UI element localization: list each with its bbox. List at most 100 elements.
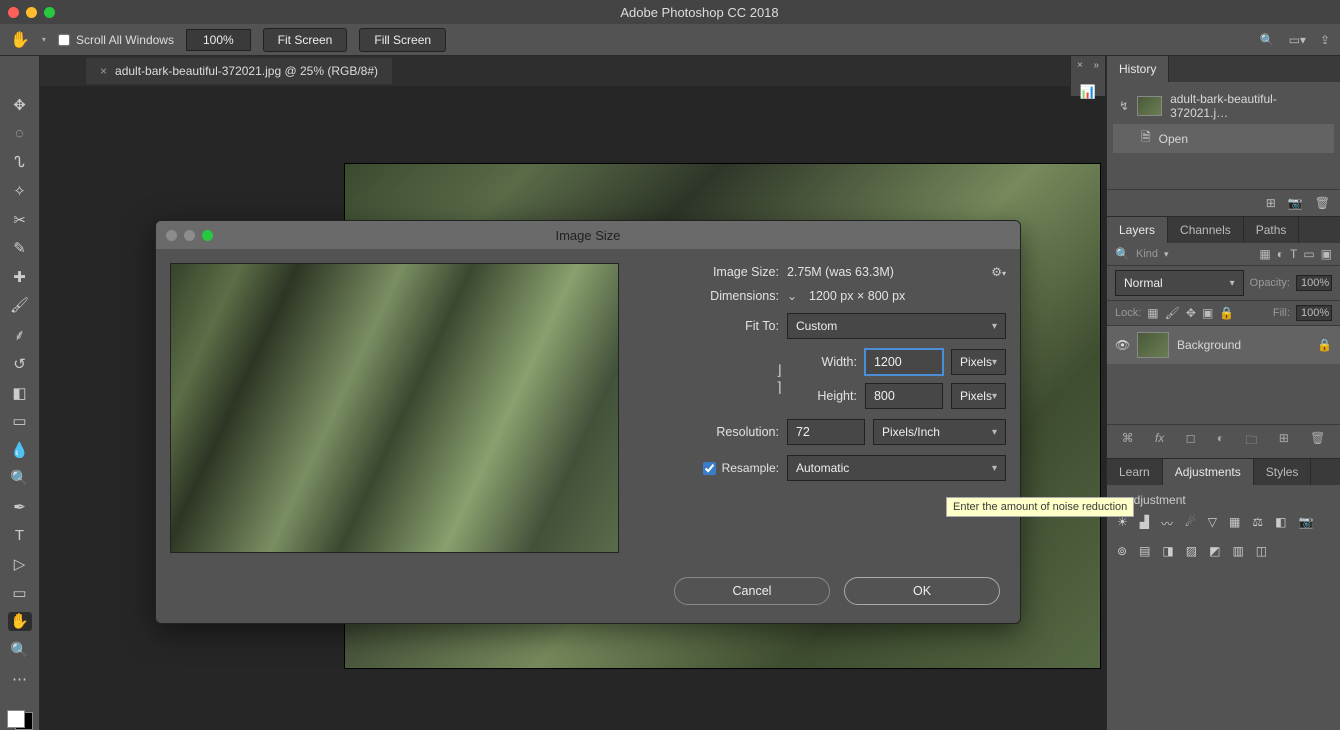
workspace-switcher-icon[interactable]: ▭▾ xyxy=(1289,33,1306,47)
zoom-tool[interactable]: 🔍 xyxy=(8,641,32,660)
resolution-input[interactable] xyxy=(787,419,865,445)
dialog-zoom-button[interactable] xyxy=(202,230,213,241)
scroll-all-windows-option[interactable]: Scroll All Windows xyxy=(58,33,174,47)
dodge-tool[interactable]: 🔍 xyxy=(8,469,32,488)
fit-to-select[interactable]: Custom ▾ xyxy=(787,313,1006,339)
pen-tool[interactable]: ✒ xyxy=(8,498,32,517)
gradient-map-icon[interactable]: ▥ xyxy=(1232,544,1243,558)
edit-toolbar[interactable]: ⋯ xyxy=(8,669,32,688)
cancel-button[interactable]: Cancel xyxy=(674,577,830,605)
lock-all-icon[interactable]: 🔒 xyxy=(1219,306,1234,320)
rectangle-tool[interactable]: ▭ xyxy=(8,584,32,603)
dimensions-disclose-icon[interactable]: ⌄ xyxy=(787,289,797,303)
dialog-close-button[interactable] xyxy=(166,230,177,241)
hue-saturation-icon[interactable]: ▦ xyxy=(1229,515,1240,532)
eraser-tool[interactable]: ◧ xyxy=(8,383,32,402)
fill-screen-button[interactable]: Fill Screen xyxy=(359,28,446,52)
link-layers-icon[interactable]: ⌘ xyxy=(1122,431,1134,452)
delete-state-icon[interactable]: 🗑 xyxy=(1315,196,1330,210)
filter-adjustment-icon[interactable]: ◐ xyxy=(1277,247,1284,261)
width-unit-select[interactable]: Pixels ▾ xyxy=(951,349,1006,375)
resample-method-select[interactable]: Automatic ▾ xyxy=(787,455,1006,481)
new-group-icon[interactable]: 🗀 xyxy=(1245,431,1257,452)
lasso-tool[interactable]: ᔐ xyxy=(8,153,32,172)
path-selection-tool[interactable]: ▷ xyxy=(8,555,32,574)
layer-visibility-icon[interactable]: 👁 xyxy=(1115,338,1129,352)
zoom-level-field[interactable]: 100% xyxy=(186,29,251,51)
dialog-titlebar[interactable]: Image Size xyxy=(156,221,1020,249)
filter-type-icon[interactable]: T xyxy=(1290,247,1297,261)
gradient-tool[interactable]: ▭ xyxy=(8,412,32,431)
gear-icon[interactable]: ⚙︎▾ xyxy=(991,265,1006,279)
black-white-icon[interactable]: ◧ xyxy=(1275,515,1286,532)
lock-position-icon[interactable]: ✥ xyxy=(1186,306,1196,320)
crop-tool[interactable]: ✂ xyxy=(8,210,32,229)
layer-thumbnail[interactable] xyxy=(1137,332,1169,358)
width-input[interactable] xyxy=(865,349,943,375)
panel-expand-icon[interactable]: » xyxy=(1093,60,1099,71)
tab-layers[interactable]: Layers xyxy=(1107,217,1168,243)
tab-adjustments[interactable]: Adjustments xyxy=(1163,459,1254,485)
search-icon[interactable]: 🔍 xyxy=(1260,33,1275,47)
close-tab-icon[interactable]: × xyxy=(100,64,107,78)
layer-lock-icon[interactable]: 🔒 xyxy=(1317,338,1332,352)
levels-icon[interactable]: ▟ xyxy=(1140,515,1149,532)
vibrance-icon[interactable]: ▽ xyxy=(1208,515,1217,532)
marquee-tool[interactable]: ◌ xyxy=(8,125,32,144)
healing-brush-tool[interactable]: ✚ xyxy=(8,268,32,287)
filter-shape-icon[interactable]: ▭ xyxy=(1303,247,1314,261)
tab-learn[interactable]: Learn xyxy=(1107,459,1163,485)
exposure-icon[interactable]: ☄ xyxy=(1185,515,1196,532)
threshold-icon[interactable]: ◩ xyxy=(1209,544,1220,558)
lock-artboard-icon[interactable]: ▣ xyxy=(1202,306,1213,320)
tab-channels[interactable]: Channels xyxy=(1168,217,1244,243)
brightness-contrast-icon[interactable]: ☀ xyxy=(1117,515,1128,532)
filter-dropdown-icon[interactable]: ▾ xyxy=(1164,249,1169,260)
posterize-icon[interactable]: ▨ xyxy=(1186,544,1197,558)
new-layer-icon[interactable]: ⊞ xyxy=(1279,431,1289,452)
histogram-icon[interactable]: 📊 xyxy=(1080,84,1096,100)
create-snapshot-icon[interactable]: 📷 xyxy=(1288,196,1303,210)
filter-pixel-icon[interactable]: ▦ xyxy=(1259,247,1270,261)
hand-tool[interactable]: ✋ xyxy=(8,612,32,631)
type-tool[interactable]: T xyxy=(8,526,32,545)
lock-transparent-icon[interactable]: ▦ xyxy=(1147,306,1158,320)
history-step-open[interactable]: 🗎 Open xyxy=(1113,124,1334,153)
panel-close-icon[interactable]: × xyxy=(1077,60,1083,71)
fit-screen-button[interactable]: Fit Screen xyxy=(263,28,348,52)
image-preview[interactable] xyxy=(170,263,619,553)
quick-selection-tool[interactable]: ✧ xyxy=(8,182,32,201)
resample-checkbox[interactable] xyxy=(703,462,716,475)
height-unit-select[interactable]: Pixels ▾ xyxy=(951,383,1006,409)
blur-tool[interactable]: 💧 xyxy=(8,441,32,460)
opacity-value[interactable]: 100% xyxy=(1296,275,1332,291)
eyedropper-tool[interactable]: ✎ xyxy=(8,239,32,258)
move-tool[interactable]: ✥ xyxy=(8,96,32,115)
layer-background[interactable]: 👁 Background 🔒 xyxy=(1107,326,1340,364)
scroll-all-checkbox[interactable] xyxy=(58,34,70,46)
tool-preset-chevron-icon[interactable]: ▾ xyxy=(42,35,46,44)
channel-mixer-icon[interactable]: ⊚ xyxy=(1117,544,1127,558)
zoom-window-button[interactable] xyxy=(44,7,55,18)
filter-icon[interactable]: 🔍 xyxy=(1115,247,1130,261)
fill-value[interactable]: 100% xyxy=(1296,305,1332,321)
selective-color-icon[interactable]: ◫ xyxy=(1256,544,1267,558)
color-swatches[interactable] xyxy=(7,710,33,730)
blend-mode-select[interactable]: Normal ▾ xyxy=(1115,270,1244,296)
layer-style-icon[interactable]: fx xyxy=(1155,431,1164,452)
color-lookup-icon[interactable]: ▤ xyxy=(1139,544,1150,558)
new-fill-adjustment-icon[interactable]: ◐ xyxy=(1217,431,1224,452)
tab-paths[interactable]: Paths xyxy=(1244,217,1300,243)
tab-styles[interactable]: Styles xyxy=(1254,459,1312,485)
tab-history[interactable]: History xyxy=(1107,56,1169,82)
resolution-unit-select[interactable]: Pixels/Inch ▾ xyxy=(873,419,1006,445)
photo-filter-icon[interactable]: 📷 xyxy=(1298,515,1313,532)
height-input[interactable] xyxy=(865,383,943,409)
create-document-from-state-icon[interactable]: ⊞ xyxy=(1266,196,1276,210)
close-window-button[interactable] xyxy=(8,7,19,18)
invert-icon[interactable]: ◨ xyxy=(1162,544,1173,558)
constrain-proportions-icon[interactable]: ⌋⌉ xyxy=(769,362,789,396)
ok-button[interactable]: OK xyxy=(844,577,1000,605)
history-document-row[interactable]: ↯ adult-bark-beautiful-372021.j… xyxy=(1113,88,1334,124)
clone-stamp-tool[interactable]: ⸙ xyxy=(8,325,32,345)
